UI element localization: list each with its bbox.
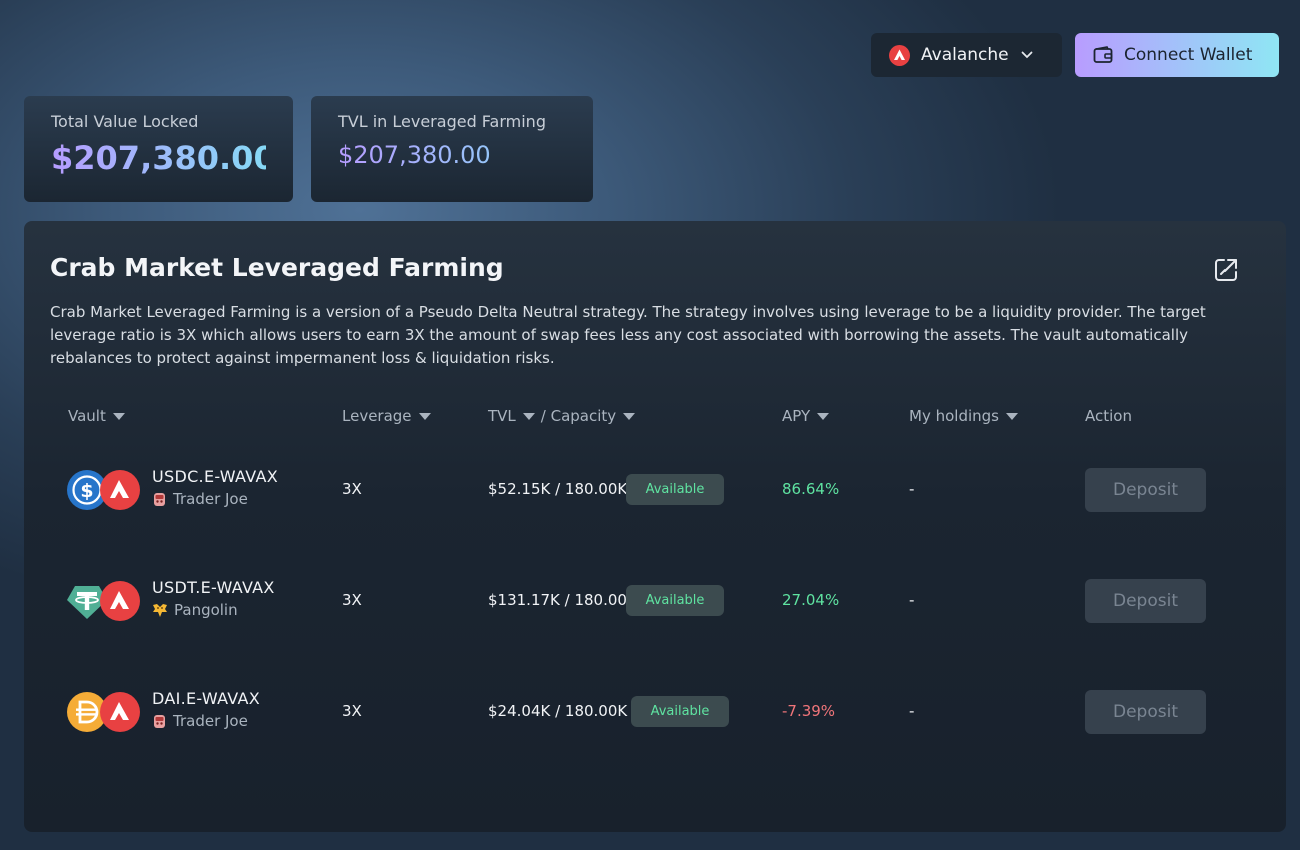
dex-name: Pangolin	[174, 601, 238, 619]
holdings-value: -	[909, 591, 915, 609]
panel-title: Crab Market Leveraged Farming	[50, 253, 504, 282]
avax-logo-icon	[100, 470, 140, 510]
column-vault-label: Vault	[68, 407, 106, 425]
sort-caret-icon	[1005, 413, 1018, 420]
connect-wallet-button[interactable]: Connect Wallet	[1075, 33, 1279, 77]
avax-logo-icon	[100, 692, 140, 732]
sort-caret-icon	[623, 413, 636, 420]
tvl-capacity-value: $131.17K / 180.00K	[488, 591, 637, 609]
sort-caret-icon	[817, 413, 830, 420]
column-leverage-label: Leverage	[342, 407, 412, 425]
network-label: Avalanche	[921, 45, 1009, 65]
svg-text:$: $	[80, 480, 93, 502]
column-apy[interactable]: APY	[782, 407, 830, 425]
dex-name: Trader Joe	[173, 712, 248, 730]
deposit-button[interactable]: Deposit	[1085, 468, 1206, 512]
column-vault[interactable]: Vault	[68, 407, 125, 425]
token-pair-icons: $	[67, 470, 140, 512]
leverage-value: 3X	[342, 702, 362, 720]
dex-label: Trader Joe	[152, 712, 248, 730]
tvl-leveraged-value: $207,380.00	[338, 141, 566, 169]
tvl-value: $207,380.00	[51, 139, 276, 177]
status-badge: Available	[631, 696, 729, 727]
column-leverage[interactable]: Leverage	[342, 407, 431, 425]
apy-value: 27.04%	[782, 591, 840, 609]
dex-label: Trader Joe	[152, 490, 248, 508]
table-row: $ USDC.E-WAVAX Trader Joe 3X $52.15K / 1…	[24, 450, 1286, 530]
tvl-card: Total Value Locked $207,380.00	[24, 96, 293, 202]
deposit-button[interactable]: Deposit	[1085, 579, 1206, 623]
holdings-value: -	[909, 480, 915, 498]
pair-name: USDT.E-WAVAX	[152, 578, 275, 597]
pangolin-icon	[153, 603, 167, 617]
trader-joe-icon	[154, 714, 165, 728]
pair-name: USDC.E-WAVAX	[152, 467, 278, 486]
column-holdings-label: My holdings	[909, 407, 999, 425]
pair-name: DAI.E-WAVAX	[152, 689, 261, 708]
table-row: USDT.E-WAVAX Pangolin 3X $131.17K / 180.…	[24, 561, 1286, 641]
sort-caret-icon	[522, 413, 535, 420]
sort-caret-icon	[112, 413, 125, 420]
status-badge: Available	[626, 585, 724, 616]
tvl-capacity-value: $52.15K / 180.00K	[488, 480, 628, 498]
panel-description: Crab Market Leveraged Farming is a versi…	[50, 303, 1206, 367]
token-pair-icons	[67, 692, 140, 734]
leverage-value: 3X	[342, 480, 362, 498]
avax-logo-icon	[100, 581, 140, 621]
tvl-leveraged-label: TVL in Leveraged Farming	[338, 112, 546, 131]
dex-name: Trader Joe	[173, 490, 248, 508]
column-holdings[interactable]: My holdings	[909, 407, 1018, 425]
apy-value: -7.39%	[782, 702, 836, 720]
dex-label: Pangolin	[152, 601, 238, 619]
chevron-down-icon	[1021, 51, 1033, 59]
tvl-leveraged-card: TVL in Leveraged Farming $207,380.00	[311, 96, 593, 202]
trader-joe-icon	[154, 492, 165, 506]
connect-wallet-label: Connect Wallet	[1124, 45, 1253, 65]
avalanche-logo-icon	[889, 44, 910, 66]
table-row: DAI.E-WAVAX Trader Joe 3X $24.04K / 180.…	[24, 672, 1286, 752]
leverage-value: 3X	[342, 591, 362, 609]
token-pair-icons	[67, 581, 140, 623]
external-link-icon[interactable]	[1213, 257, 1239, 283]
apy-value: 86.64%	[782, 480, 840, 498]
column-tvl[interactable]: TVL / Capacity	[488, 407, 636, 425]
column-action-label: Action	[1085, 407, 1132, 425]
leveraged-farming-panel: Crab Market Leveraged Farming Crab Marke…	[24, 221, 1286, 832]
column-apy-label: APY	[782, 407, 811, 425]
tvl-label: Total Value Locked	[51, 112, 199, 131]
column-capacity-label: / Capacity	[540, 407, 617, 425]
holdings-value: -	[909, 702, 915, 720]
network-selector[interactable]: Avalanche	[871, 33, 1062, 77]
status-badge: Available	[626, 474, 724, 505]
wallet-icon	[1093, 46, 1113, 63]
sort-caret-icon	[418, 413, 431, 420]
tvl-capacity-value: $24.04K / 180.00K	[488, 702, 628, 720]
deposit-button[interactable]: Deposit	[1085, 690, 1206, 734]
column-action: Action	[1085, 407, 1132, 425]
column-tvl-label: TVL	[488, 407, 516, 425]
